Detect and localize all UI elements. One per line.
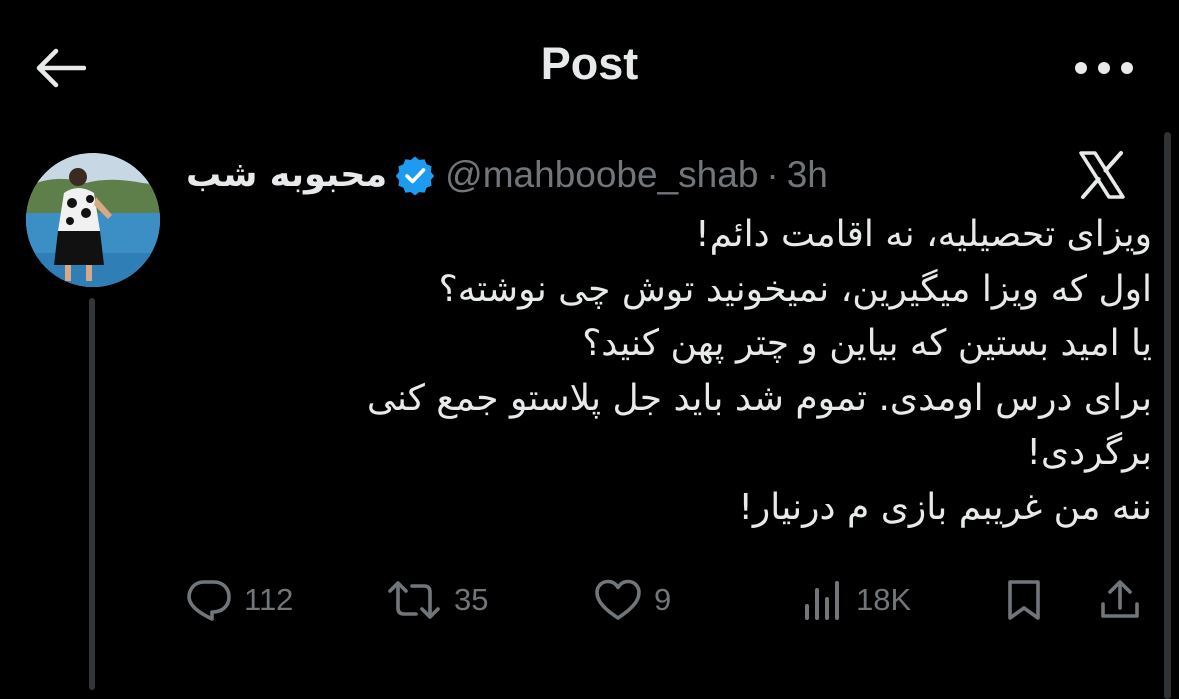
more-options-button[interactable] bbox=[1069, 48, 1139, 88]
post-screen: Post محبوبه شب @mahboobe_shab · 3h ویزای… bbox=[0, 0, 1179, 699]
repost-icon bbox=[388, 581, 440, 619]
bookmark-icon bbox=[1008, 580, 1040, 620]
display-name[interactable]: محبوبه شب bbox=[186, 155, 387, 195]
reply-count: 112 bbox=[244, 582, 294, 617]
separator-dot: · bbox=[766, 154, 779, 195]
post-text-line: یا امید بستین که بیاین و چتر پهن کنید؟ bbox=[582, 323, 1152, 364]
heart-icon bbox=[595, 579, 641, 620]
views-icon bbox=[805, 581, 839, 620]
repost-count: 35 bbox=[454, 582, 489, 617]
action-bar: 112 35 9 18K bbox=[186, 570, 1152, 630]
post-text: ویزای تحصیلیه، نه اقامت دائم! اول که ویز… bbox=[186, 208, 1152, 535]
verified-badge-icon[interactable] bbox=[395, 155, 435, 195]
top-bar: Post bbox=[0, 0, 1179, 132]
repost-button[interactable]: 35 bbox=[386, 570, 488, 630]
post-text-line: اول که ویزا میگیرین، نمیخونید توش چی نوش… bbox=[438, 268, 1152, 310]
share-icon bbox=[1101, 580, 1139, 618]
views-button[interactable]: 18K bbox=[800, 570, 911, 630]
bookmark-button[interactable] bbox=[1004, 570, 1044, 630]
handle[interactable]: @mahboobe_shab bbox=[445, 154, 758, 196]
like-button[interactable]: 9 bbox=[594, 570, 671, 630]
more-horizontal-icon bbox=[1075, 62, 1133, 74]
x-logo-icon bbox=[1077, 150, 1127, 200]
post-text-line: برگردی! bbox=[1026, 432, 1152, 473]
view-count: 18K bbox=[856, 582, 912, 617]
thread-line bbox=[89, 298, 95, 690]
scrollbar[interactable] bbox=[1164, 132, 1171, 699]
reply-icon bbox=[187, 580, 231, 621]
post-text-line: ویزای تحصیلیه، نه اقامت دائم! bbox=[695, 214, 1152, 255]
share-button[interactable] bbox=[1098, 570, 1142, 630]
reply-button[interactable]: 112 bbox=[186, 570, 293, 630]
author-row: محبوبه شب @mahboobe_shab · 3h bbox=[186, 150, 828, 200]
post-time[interactable]: 3h bbox=[787, 154, 828, 196]
like-count: 9 bbox=[654, 582, 672, 617]
avatar-photo bbox=[26, 153, 160, 287]
avatar[interactable] bbox=[26, 153, 160, 287]
page-title: Post bbox=[540, 38, 639, 89]
post-text-line: ننه من غریبم بازی م درنیار! bbox=[738, 486, 1152, 528]
post-text-line: برای درس اومدی. تموم شد باید جل پلاستو ج… bbox=[366, 377, 1152, 419]
